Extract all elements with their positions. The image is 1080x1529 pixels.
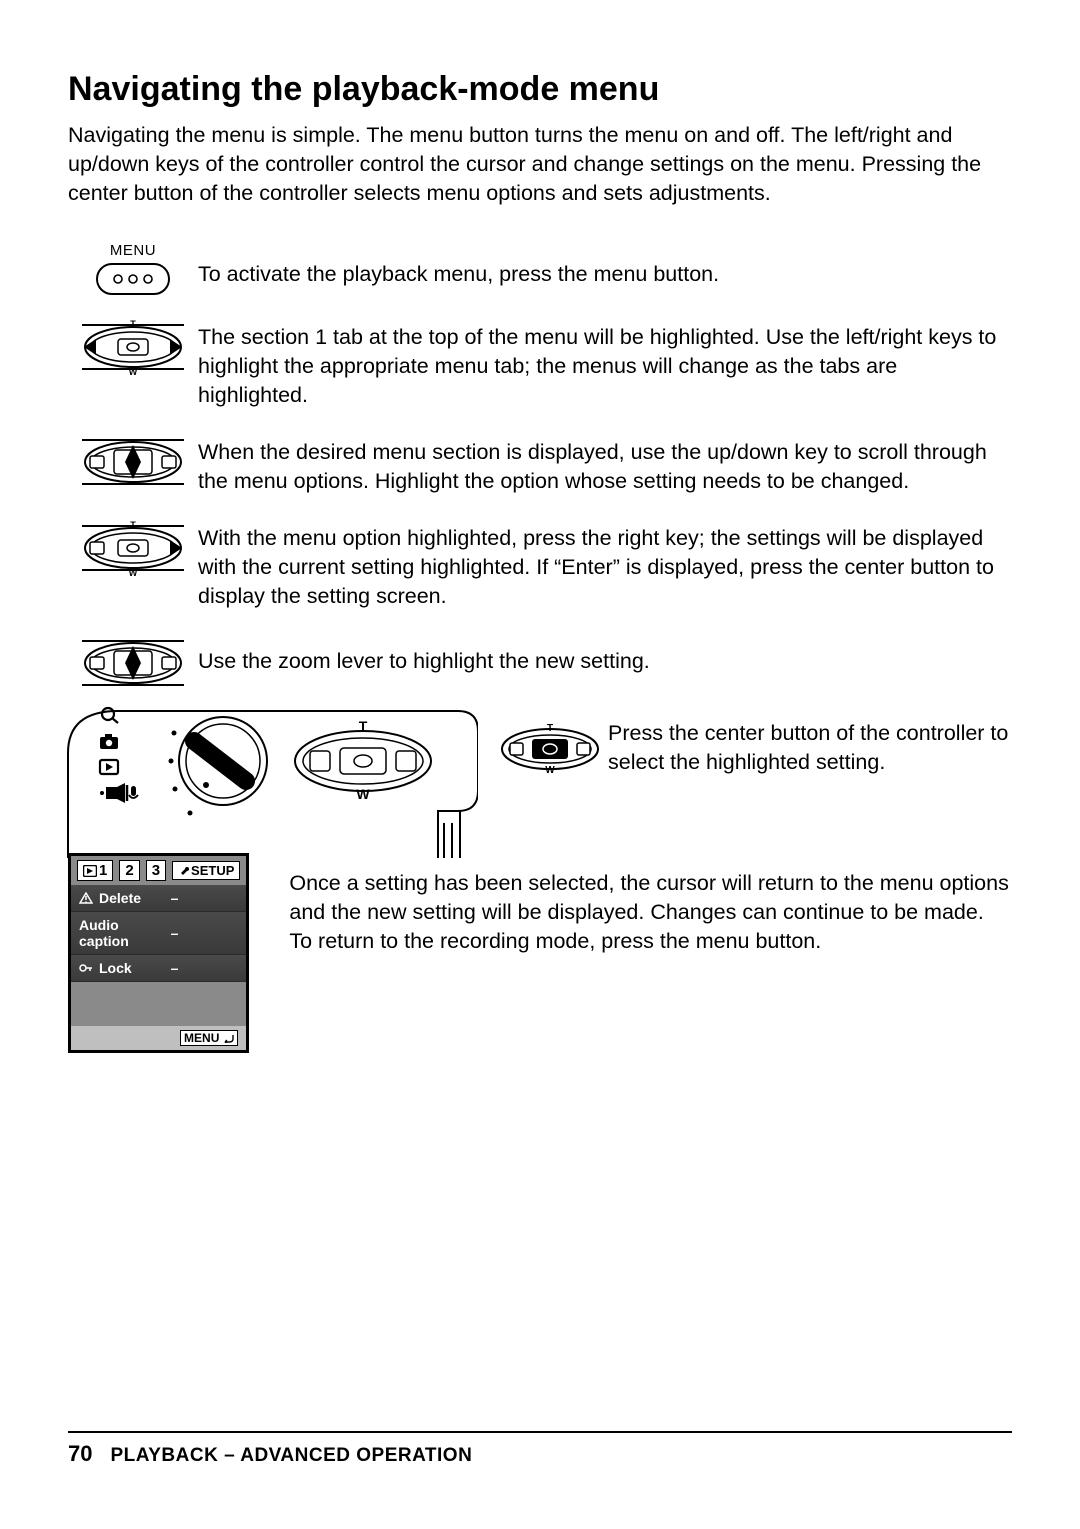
camera-icon [98, 731, 122, 751]
lcd-tab-3[interactable]: 3 [146, 860, 166, 881]
step-row-4: T W With the menu option highlighted, pr… [68, 518, 1012, 611]
controller-up-down-icon [68, 432, 198, 492]
lcd-footer: MENU [71, 1026, 246, 1050]
key-icon [79, 962, 93, 974]
lcd-menu-back-badge: MENU [180, 1030, 238, 1046]
playback-icon [98, 757, 122, 777]
closing-paragraph: Once a setting has been selected, the cu… [289, 869, 1012, 956]
page-heading: Navigating the playback-mode menu [68, 70, 1012, 109]
step-text-1: To activate the playback menu, press the… [198, 242, 1012, 289]
lcd-tab-row: 1 2 3 SETUP [71, 856, 246, 885]
page-number: 70 [68, 1441, 92, 1467]
step-text-2: The section 1 tab at the top of the menu… [198, 317, 1012, 410]
controller-zoom-icon [68, 633, 198, 693]
step-row-2: T W The section 1 tab at the top of the … [68, 317, 1012, 410]
svg-text:T: T [547, 723, 553, 734]
step-text-5: Use the zoom lever to highlight the new … [198, 633, 1012, 676]
intro-paragraph: Navigating the menu is simple. The menu … [68, 121, 1012, 208]
lcd-empty-area [71, 982, 246, 1026]
controller-center-press-icon: T W [496, 723, 604, 775]
mode-dial-labels [98, 705, 142, 803]
playback-tab-icon [83, 865, 97, 877]
return-arrow-icon [222, 1033, 234, 1043]
svg-text:W: W [545, 765, 555, 775]
wrench-icon [178, 865, 189, 876]
svg-text:W: W [356, 786, 370, 802]
svg-text:W: W [129, 367, 138, 377]
step-text-4: With the menu option highlighted, press … [198, 518, 1012, 611]
step-row-1: MENU To activate the playback menu, pres… [68, 242, 1012, 295]
lcd-tab-1[interactable]: 1 [77, 860, 113, 881]
page-footer: 70 PLAYBACK – ADVANCED OPERATION [68, 1431, 1012, 1467]
svg-text:T: T [130, 520, 136, 530]
lcd-row-lock[interactable]: Lock – [71, 955, 246, 982]
center-press-text: Press the center button of the controlle… [608, 719, 1028, 777]
movie-audio-icon [98, 783, 142, 803]
lcd-tab-setup[interactable]: SETUP [172, 861, 240, 880]
camera-lcd-screen: 1 2 3 SETUP Delete – Audio caption [68, 853, 249, 1053]
svg-text:W: W [129, 568, 138, 578]
lcd-tab-2[interactable]: 2 [119, 860, 139, 881]
section-title: PLAYBACK – ADVANCED OPERATION [110, 1445, 472, 1467]
svg-text:T: T [359, 718, 368, 734]
magnifier-icon [98, 705, 122, 725]
lcd-row-audio-caption[interactable]: Audio caption – [71, 912, 246, 955]
controller-right-icon: T W [68, 518, 198, 578]
lcd-row-delete[interactable]: Delete – [71, 885, 246, 912]
svg-text:T: T [130, 319, 136, 329]
step-row-5: Use the zoom lever to highlight the new … [68, 633, 1012, 693]
warning-icon [79, 892, 93, 904]
menu-button-label: MENU [110, 242, 156, 259]
step-text-3: When the desired menu section is display… [198, 432, 1012, 496]
controller-left-right-icon: T W [68, 317, 198, 377]
step-row-3: When the desired menu section is display… [68, 432, 1012, 496]
menu-button-icon: MENU [68, 242, 198, 295]
